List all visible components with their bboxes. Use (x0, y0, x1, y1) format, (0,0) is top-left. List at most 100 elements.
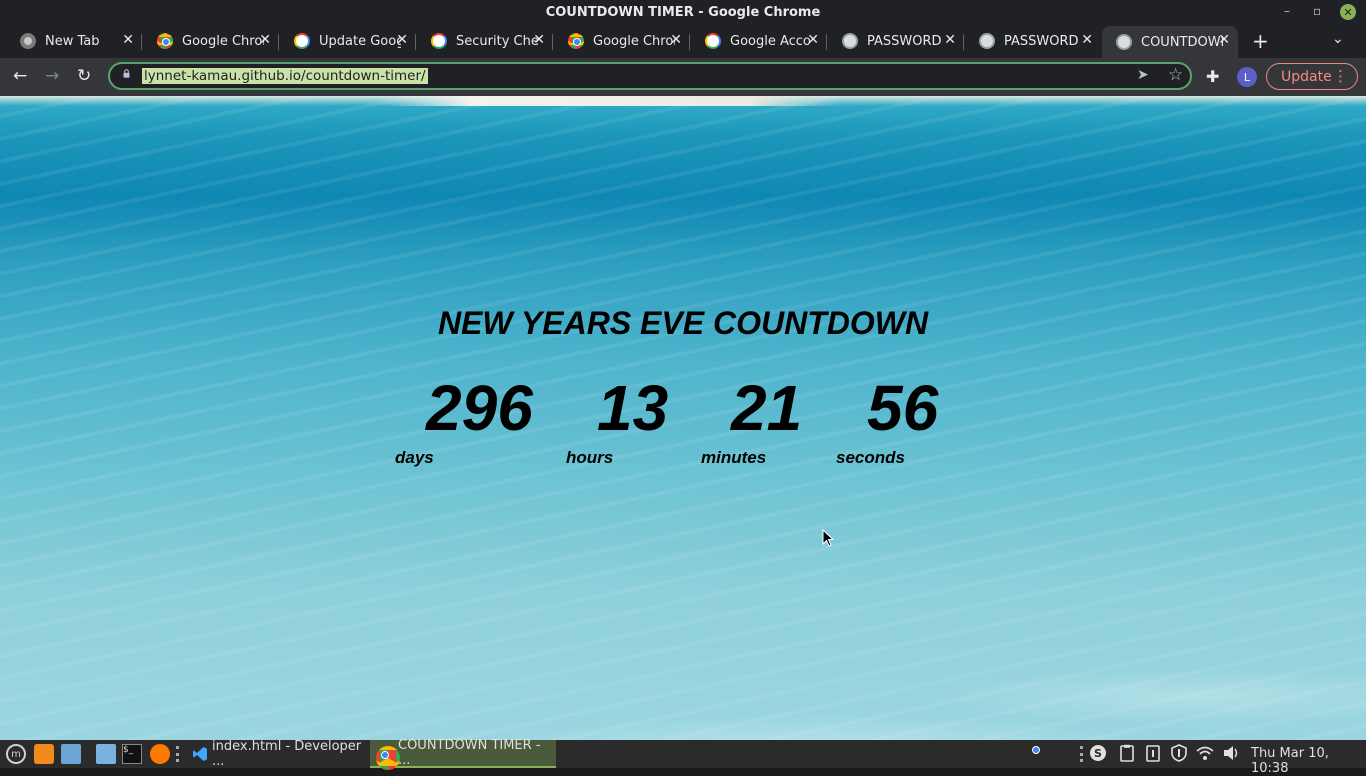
days-label: days (395, 448, 434, 467)
globe-icon (842, 33, 858, 49)
lock-icon[interactable] (122, 69, 131, 78)
address-bar[interactable]: lynnet-kamau.github.io/countdown-timer/ … (108, 62, 1192, 90)
tab-close-icon[interactable]: ✕ (670, 32, 682, 48)
file-manager-icon[interactable] (96, 744, 116, 764)
skype-icon[interactable]: S (1089, 744, 1107, 762)
chrome-newtab-icon (20, 33, 36, 49)
task-label: index.html - Developer ... (212, 739, 362, 769)
google-icon (705, 33, 721, 49)
firefox-icon[interactable] (150, 744, 170, 764)
minimize-icon[interactable]: – (1284, 4, 1290, 18)
tab-close-icon[interactable]: ✕ (807, 32, 819, 48)
update-button[interactable]: Update ⋮ (1266, 63, 1358, 90)
tab-close-icon[interactable]: ✕ (1081, 32, 1093, 48)
page-content: NEW YEARS EVE COUNTDOWN 296 13 21 56 day… (0, 96, 1366, 740)
tab-close-icon[interactable]: ✕ (259, 32, 271, 48)
tab-security-check[interactable]: Security Check ✕ (417, 26, 553, 56)
taskbar-task-chrome[interactable]: COUNTDOWN TIMER - ... (370, 738, 556, 770)
tab-search-icon[interactable]: ⌄ (1332, 31, 1344, 47)
tab-close-icon[interactable]: ✕ (1218, 32, 1230, 48)
tab-password[interactable]: PASSWORD ✕ (828, 26, 964, 56)
hours-value: 13 (597, 372, 669, 444)
tab-separator (552, 34, 553, 50)
google-icon (431, 33, 447, 49)
tab-label: PASSWORD (1004, 33, 1079, 49)
new-tab-icon[interactable]: + (1252, 29, 1269, 53)
forward-icon[interactable]: → (45, 66, 59, 86)
tray-grip-icon (1080, 746, 1086, 762)
beach-shoreline (380, 96, 840, 106)
bookmark-star-icon[interactable]: ☆ (1168, 65, 1183, 85)
shield-icon[interactable] (1170, 744, 1188, 762)
tab-google-chrome[interactable]: Google Chrome ✕ (143, 26, 279, 56)
vscode-icon (193, 747, 207, 761)
tab-strip: New Tab ✕ Google Chrome ✕ Update Google … (0, 26, 1366, 58)
maximize-icon[interactable]: ▫ (1313, 4, 1321, 18)
seconds-label: seconds (836, 448, 905, 467)
reload-icon[interactable]: ↻ (77, 66, 91, 86)
update-button-label: Update (1281, 68, 1332, 85)
tab-google-account[interactable]: Google Account ✕ (691, 26, 827, 56)
clipboard-icon[interactable] (1118, 744, 1136, 762)
tab-separator (415, 34, 416, 50)
tab-separator (826, 34, 827, 50)
media-player-icon[interactable] (34, 744, 54, 764)
chrome-icon (157, 33, 173, 49)
profile-avatar[interactable]: L (1237, 67, 1257, 87)
mouse-cursor-icon (822, 529, 834, 547)
hours-label: hours (566, 448, 614, 467)
svg-text:S: S (1094, 747, 1102, 760)
update-manager-icon[interactable] (1144, 744, 1162, 762)
minutes-value: 21 (731, 372, 803, 444)
extensions-icon[interactable]: ✚ (1206, 67, 1219, 86)
window-close-icon[interactable]: ✕ (1340, 4, 1356, 20)
tab-label: Google Chrome (182, 33, 264, 49)
tab-update-google[interactable]: Update Google ✕ (280, 26, 416, 56)
chrome-tray-icon[interactable] (1027, 741, 1035, 765)
tab-label: PASSWORD (867, 33, 942, 49)
google-icon (294, 33, 310, 49)
tab-separator (689, 34, 690, 50)
tab-separator (141, 34, 142, 50)
tab-close-icon[interactable]: ✕ (122, 32, 134, 48)
countdown-heading: NEW YEARS EVE COUNTDOWN (437, 305, 929, 341)
chrome-icon (568, 33, 584, 49)
send-tab-icon[interactable]: ➤ (1137, 67, 1149, 83)
show-desktop-icon[interactable] (61, 744, 81, 764)
tab-label: Security Check (456, 33, 538, 49)
tab-label: Google Chrome (593, 33, 675, 49)
menu-dots-icon[interactable]: ⋮ (1333, 67, 1348, 85)
system-taskbar: m $_ index.html - Developer ... COUNTDOW… (0, 738, 1366, 776)
terminal-icon[interactable]: $_ (122, 744, 142, 764)
tab-countdown[interactable]: COUNTDOWN ✕ (1102, 26, 1238, 58)
taskbar-task-vscode[interactable]: index.html - Developer ... (186, 739, 368, 769)
task-label: COUNTDOWN TIMER - ... (398, 738, 541, 768)
tab-close-icon[interactable]: ✕ (944, 32, 956, 48)
days-value: 296 (426, 372, 533, 444)
globe-icon (979, 33, 995, 49)
tab-label: COUNTDOWN (1141, 34, 1223, 50)
url-text[interactable]: lynnet-kamau.github.io/countdown-timer/ (142, 68, 428, 84)
system-clock[interactable]: Thu Mar 10, 10:38 (1251, 746, 1366, 776)
tab-new-tab[interactable]: New Tab ✕ (6, 26, 142, 56)
start-menu-icon[interactable]: m (6, 744, 26, 764)
wifi-icon[interactable] (1196, 744, 1214, 762)
browser-toolbar: ← → ↻ lynnet-kamau.github.io/countdown-t… (0, 58, 1366, 96)
window-title-bar: COUNTDOWN TIMER - Google Chrome – ▫ ✕ (0, 0, 1366, 26)
minutes-label: minutes (701, 448, 767, 467)
tab-password-2[interactable]: PASSWORD ✕ (965, 26, 1101, 56)
window-title: COUNTDOWN TIMER - Google Chrome (545, 5, 821, 20)
tab-separator (278, 34, 279, 50)
tab-label: Update Google (319, 33, 401, 49)
tab-close-icon[interactable]: ✕ (533, 32, 545, 48)
back-icon[interactable]: ← (13, 66, 27, 86)
volume-icon[interactable] (1222, 744, 1240, 762)
tab-label: Google Account (730, 33, 812, 49)
tab-separator (963, 34, 964, 50)
launcher-grip-icon (176, 746, 182, 762)
globe-icon (1116, 34, 1132, 50)
chrome-icon (376, 746, 400, 770)
tab-google-chrome-2[interactable]: Google Chrome ✕ (554, 26, 690, 56)
tab-close-icon[interactable]: ✕ (396, 32, 408, 48)
tab-label: New Tab (45, 33, 100, 49)
